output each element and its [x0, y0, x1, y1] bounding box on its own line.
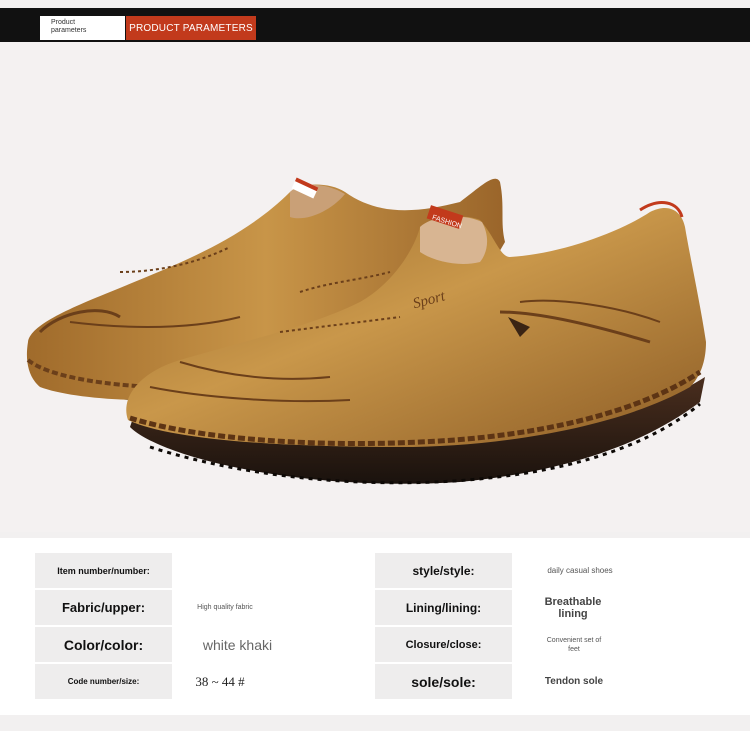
product-image: FASHION Sport — [0, 42, 750, 532]
param-label-text: Lining/lining: — [405, 600, 482, 615]
param-value-item-number — [175, 553, 270, 588]
param-value-text: 38 ~ 44 # — [195, 673, 245, 689]
param-label-fabric: Fabric/upper: — [35, 590, 172, 625]
param-label-item-number: Item number/number: — [35, 553, 172, 588]
param-value-text: white khaki — [202, 636, 273, 653]
parameters-table: Item number/number: Fabric/upper: High q… — [0, 538, 750, 715]
param-label-style: style/style: — [375, 553, 512, 588]
title-tab-label: PRODUCT PARAMETERS — [129, 22, 253, 34]
param-value-text: High quality fabric — [197, 604, 253, 611]
param-value-text: Tendon sole — [544, 676, 604, 687]
param-label-text: Closure/close: — [405, 638, 482, 651]
param-label-closure: Closure/close: — [375, 627, 512, 662]
param-label-text: sole/sole: — [411, 673, 476, 690]
param-label-color: Color/color: — [35, 627, 172, 662]
product-parameters-title-tab: PRODUCT PARAMETERS — [126, 16, 256, 40]
param-value-text: Convenient set of feet — [546, 636, 602, 653]
param-label-text: Fabric/upper: — [61, 600, 146, 615]
small-tab-label: Product parameters — [51, 19, 87, 34]
param-value-sole: Tendon sole — [535, 664, 613, 699]
param-value-color: white khaki — [190, 627, 285, 662]
param-label-lining: Lining/lining: — [375, 590, 512, 625]
param-value-closure: Convenient set of feet — [540, 627, 608, 662]
param-label-text: Item number/number: — [57, 565, 150, 576]
param-value-size: 38 ~ 44 # — [185, 664, 255, 699]
param-value-text: daily casual shoes — [547, 566, 613, 575]
param-value-style: daily casual shoes — [535, 553, 625, 588]
param-label-text: style/style: — [412, 563, 475, 578]
header-bar: Product parameters PRODUCT PARAMETERS — [0, 8, 750, 42]
param-label-sole: sole/sole: — [375, 664, 512, 699]
param-label-text: Code number/size: — [67, 677, 140, 686]
param-value-text: Breathable lining — [544, 595, 602, 620]
param-label-size: Code number/size: — [35, 664, 172, 699]
param-value-lining: Breathable lining — [538, 590, 608, 625]
param-label-text: Color/color: — [63, 636, 144, 653]
product-parameters-small-tab: Product parameters — [40, 16, 125, 40]
param-value-fabric: High quality fabric — [190, 590, 260, 625]
shoes-illustration: FASHION Sport — [26, 177, 706, 485]
